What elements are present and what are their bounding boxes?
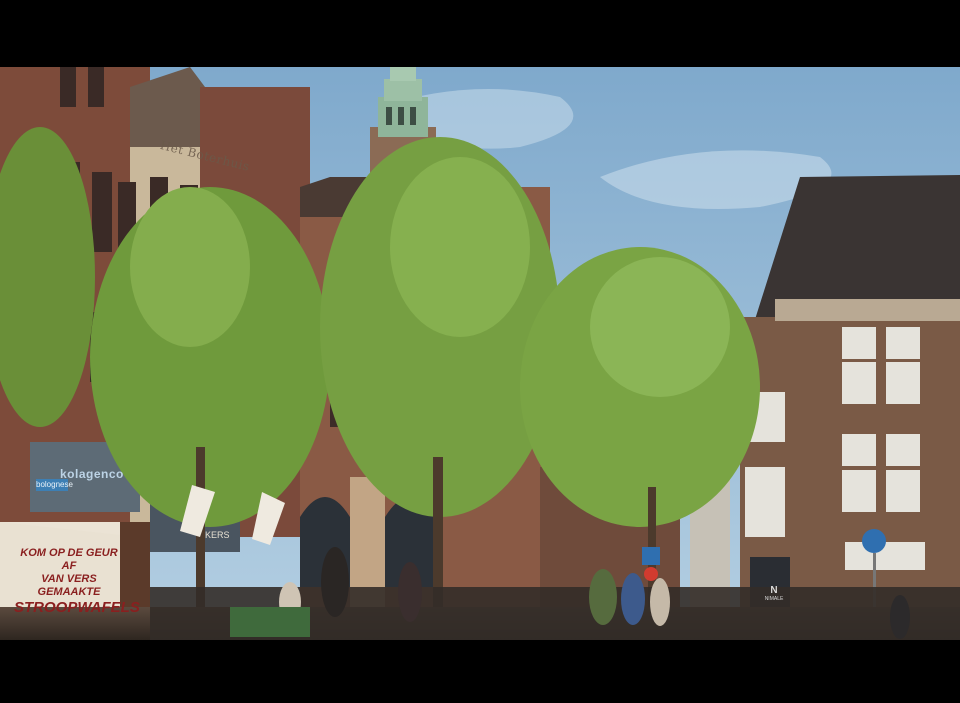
street-scene-photo: KOM OP DE GEUR AF VAN VERS GEMAAKTE STRO… bbox=[0, 67, 960, 640]
shop-name-sign: kolagenco bbox=[60, 467, 124, 481]
letterbox-top bbox=[0, 0, 960, 67]
right-shop-logo: N bbox=[770, 585, 778, 596]
stroopwafel-banner-text: KOM OP DE GEUR AF VAN VERS GEMAAKTE STRO… bbox=[14, 547, 140, 617]
street-scene-drawing bbox=[0, 67, 960, 640]
road-sign bbox=[644, 567, 658, 581]
kers-sign: KERS bbox=[205, 530, 230, 540]
road-sign bbox=[862, 529, 886, 553]
right-shop-sign: N NIMALE bbox=[764, 585, 784, 602]
letterbox-bottom bbox=[0, 640, 960, 703]
road-sign bbox=[642, 547, 660, 565]
banner-line-1: KOM OP DE GEUR AF bbox=[20, 547, 118, 572]
banner-line-2: VAN VERS GEMAAKTE bbox=[37, 573, 101, 598]
right-shop-name: NIMALE bbox=[764, 596, 784, 602]
banner-line-3: STROOPWAFELS bbox=[14, 599, 140, 616]
